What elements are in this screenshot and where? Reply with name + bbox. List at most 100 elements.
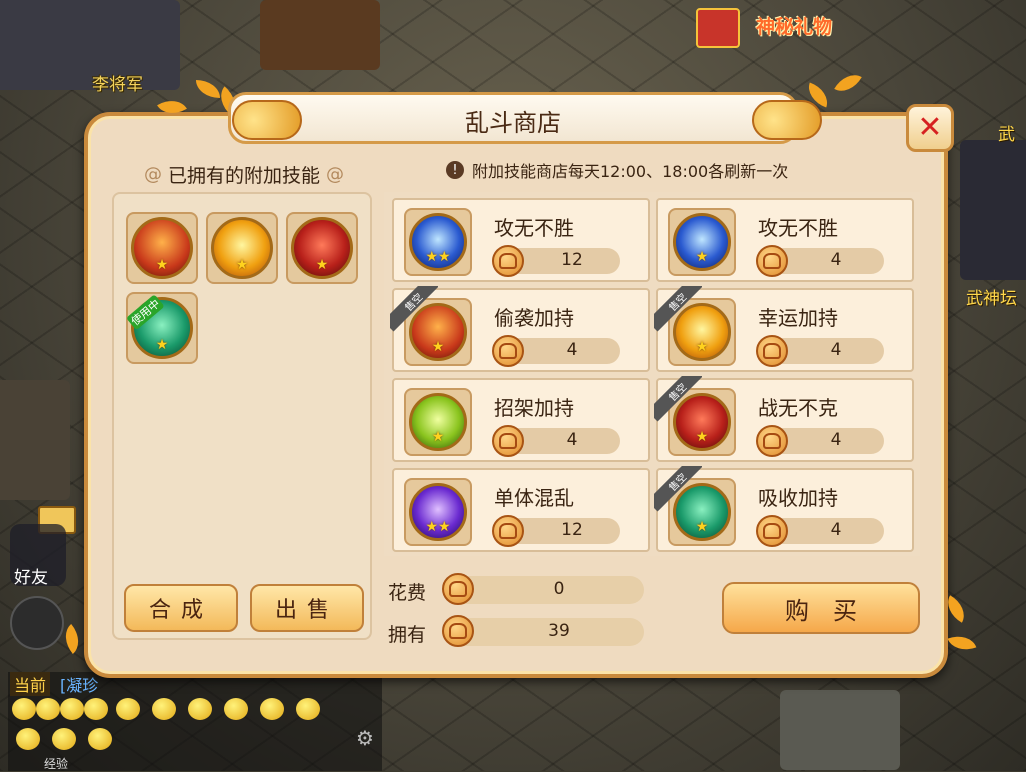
star-rating: ★	[695, 429, 709, 445]
battle-coin-icon	[492, 335, 524, 367]
swirl-icon: @	[326, 163, 344, 185]
owned-skill-slot-in-use[interactable]: ★ 使用中	[126, 292, 198, 364]
emoji-icon[interactable]	[224, 698, 248, 720]
item-name: 吸收加持	[758, 486, 838, 510]
compose-button[interactable]: 合成	[124, 584, 238, 632]
item-name: 招架加持	[494, 396, 574, 420]
star-rating: ★	[695, 519, 709, 535]
exclamation-icon: !	[446, 161, 464, 179]
shop-item[interactable]: ★ 攻无不胜 4	[656, 198, 914, 282]
emoji-icon[interactable]	[84, 698, 108, 720]
gift-label[interactable]: 神秘礼物	[756, 12, 832, 39]
battle-coin-icon	[756, 515, 788, 547]
item-price-value: 4	[830, 520, 842, 540]
xp-label: 经验	[44, 757, 69, 771]
swirl-icon: @	[143, 163, 162, 185]
item-name: 单体混乱	[494, 486, 574, 510]
gift-box-icon[interactable]	[696, 8, 740, 48]
shop-item-soldout[interactable]: ★ 售空 吸收加持 4	[654, 466, 914, 552]
item-price-value: 4	[830, 250, 842, 270]
owned-skill-slot[interactable]: ★	[286, 212, 358, 284]
battle-coin-icon	[442, 573, 474, 605]
side-text: 武	[998, 125, 1015, 145]
battle-coin-icon	[756, 425, 788, 457]
item-icon-frame: ★	[404, 388, 472, 456]
emoji-icon[interactable]	[88, 728, 112, 750]
battle-coin-icon	[756, 335, 788, 367]
item-price: 4	[492, 425, 620, 457]
emoji-icon[interactable]	[60, 698, 84, 720]
star-rating: ★	[315, 257, 329, 273]
emoji-icon[interactable]	[12, 698, 36, 720]
item-icon-frame: ★	[668, 208, 736, 276]
owned-skills-title: 已拥有的附加技能	[167, 164, 320, 187]
item-name: 战无不克	[758, 396, 838, 420]
dialog-title-bar: 乱斗商店	[228, 92, 798, 144]
item-price-value: 12	[561, 520, 583, 540]
soldout-label: 售空	[654, 376, 702, 422]
chat-tab-channel[interactable]: [凝珍	[60, 672, 98, 696]
soldout-ribbon: 售空	[654, 376, 702, 424]
close-icon: ✕	[917, 110, 943, 145]
item-price-value: 4	[566, 340, 578, 360]
star-rating: ★	[431, 429, 445, 445]
emoji-icon[interactable]	[116, 698, 140, 720]
battle-coin-icon	[442, 615, 474, 647]
emoji-icon[interactable]	[16, 728, 40, 750]
chat-bubble-icon[interactable]	[10, 596, 64, 650]
star-rating: ★	[235, 257, 249, 273]
war-face-icon: ★	[291, 217, 353, 279]
emoji-icon[interactable]	[152, 698, 176, 720]
building-decor	[960, 140, 1026, 280]
owned-currency-bar: 39	[442, 615, 644, 647]
star-rating: ★	[155, 257, 169, 273]
item-name: 攻无不胜	[494, 216, 574, 240]
soldout-label: 售空	[390, 286, 438, 332]
item-price: 4	[756, 425, 884, 457]
buy-button[interactable]: 购买	[722, 582, 920, 634]
item-price-value: 4	[566, 430, 578, 450]
lightning-orb-icon: ★★	[409, 213, 467, 271]
item-name: 幸运加持	[758, 306, 838, 330]
owned-skill-slot[interactable]: ★	[126, 212, 198, 284]
owned-skill-slot[interactable]: ★	[206, 212, 278, 284]
side-text-altar[interactable]: 武神坛	[966, 284, 1017, 309]
lightning-orb-icon: ★	[673, 213, 731, 271]
star-rating: ★	[155, 337, 169, 353]
star-rating: ★	[695, 249, 709, 265]
settings-gear-icon[interactable]: ⚙	[356, 726, 374, 750]
refresh-notice: ! 附加技能商店每天12:00、18:00各刷新一次	[446, 158, 788, 182]
soldout-label: 售空	[654, 286, 702, 332]
shop-item-soldout[interactable]: ★ 售空 战无不克 4	[654, 376, 914, 462]
building-decor	[260, 0, 380, 70]
shop-item[interactable]: ★★ 单体混乱 12	[392, 468, 650, 552]
emoji-icon[interactable]	[188, 698, 212, 720]
shop-item-soldout[interactable]: ★ 售空 幸运加持 4	[654, 286, 914, 372]
cloud-ornament-icon	[752, 100, 822, 140]
item-price-value: 4	[830, 430, 842, 450]
emoji-icon[interactable]	[296, 698, 320, 720]
item-price: 4	[756, 245, 884, 277]
chaos-orb-icon: ★★	[409, 483, 467, 541]
npc-name-label[interactable]: 李将军	[92, 70, 143, 95]
sell-button[interactable]: 出售	[250, 584, 364, 632]
emoji-icon[interactable]	[52, 728, 76, 750]
shop-item-soldout[interactable]: ★ 售空 偷袭加持 4	[390, 286, 650, 372]
emoji-icon[interactable]	[36, 698, 60, 720]
cost-label: 花费	[388, 582, 427, 604]
dialog-title: 乱斗商店	[465, 109, 561, 137]
owned-currency-label: 拥有	[388, 624, 427, 646]
chat-tab-current[interactable]: 当前	[10, 672, 51, 696]
owned-skills-header: @ 已拥有的附加技能 @	[124, 160, 364, 188]
battle-coin-icon	[492, 425, 524, 457]
emoji-icon[interactable]	[260, 698, 284, 720]
shop-item[interactable]: ★★ 攻无不胜 12	[392, 198, 650, 282]
item-price: 4	[756, 335, 884, 367]
cost-value: 0	[553, 579, 565, 599]
close-button[interactable]: ✕	[906, 104, 954, 152]
soldout-ribbon: 售空	[390, 286, 438, 334]
item-price-value: 12	[561, 250, 583, 270]
shop-item[interactable]: ★ 招架加持 4	[392, 378, 650, 462]
battle-coin-icon	[492, 515, 524, 547]
building-decor	[0, 380, 70, 500]
